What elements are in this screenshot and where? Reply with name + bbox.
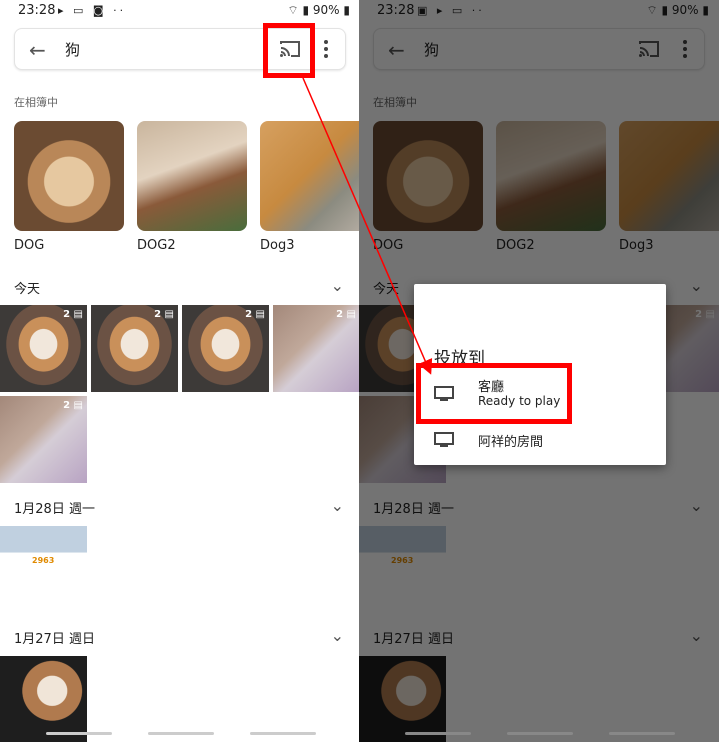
section-header-jan28[interactable]: 1月28日 週一 ⌄ xyxy=(14,496,344,517)
photo-thumbnail[interactable]: 2 ▤ xyxy=(182,305,269,392)
gesture-nav-bar xyxy=(0,732,360,738)
status-right: ⌔ ▮ 90% ▮ xyxy=(287,3,350,17)
photo-thumbnail[interactable]: 2 ▤ xyxy=(0,396,87,483)
device-highlight xyxy=(416,363,572,424)
section-title: 1月27日 週日 xyxy=(14,632,95,647)
search-query[interactable]: 狗 xyxy=(65,39,80,60)
chevron-down-icon[interactable]: ⌄ xyxy=(331,276,344,295)
notification-icons: ▸ ▭ ◙ ·· xyxy=(58,4,127,17)
more-vert-icon[interactable] xyxy=(323,38,329,60)
tv-icon xyxy=(434,432,454,447)
photo-thumbnail[interactable]: 2 ▤ xyxy=(0,305,87,392)
chevron-down-icon[interactable]: ⌄ xyxy=(331,496,344,515)
section-title: 1月28日 週一 xyxy=(14,502,95,517)
album-name: DOG2 xyxy=(137,238,176,253)
burst-count-badge: 2 ▤ xyxy=(63,400,83,411)
cast-device-bedroom[interactable]: 阿祥的房間 xyxy=(414,424,666,468)
album-name: Dog3 xyxy=(260,238,295,253)
album-thumbnail[interactable] xyxy=(14,121,124,231)
album-item[interactable]: DOG2 xyxy=(137,121,247,253)
album-name: DOG xyxy=(14,238,45,253)
album-item[interactable]: Dog3 xyxy=(260,121,360,253)
section-header-today[interactable]: 今天 ⌄ xyxy=(14,276,344,297)
albums-section-label: 在相簿中 xyxy=(14,96,58,109)
screenshot-number: 2963 xyxy=(32,556,55,565)
status-bar: 23:28 ▸ ▭ ◙ ·· ⌔ ▮ 90% ▮ xyxy=(0,0,360,22)
album-thumbnail[interactable] xyxy=(260,121,360,231)
back-arrow-icon[interactable]: ← xyxy=(29,38,46,62)
status-time: 23:28 xyxy=(18,3,56,18)
photo-thumbnail[interactable]: 2963 xyxy=(0,526,87,613)
device-name: 阿祥的房間 xyxy=(478,435,544,450)
photo-thumbnail[interactable] xyxy=(0,656,87,742)
album-thumbnail[interactable] xyxy=(137,121,247,231)
photo-thumbnail[interactable]: 2 ▤ xyxy=(273,305,360,392)
burst-count-badge: 2 ▤ xyxy=(245,309,265,320)
album-item[interactable]: DOG xyxy=(14,121,124,253)
photo-thumbnail[interactable]: 2 ▤ xyxy=(91,305,178,392)
cast-button-highlight xyxy=(263,23,315,78)
burst-count-badge: 2 ▤ xyxy=(63,309,83,320)
battery-text: 90% xyxy=(312,3,340,17)
burst-count-badge: 2 ▤ xyxy=(336,309,356,320)
section-title: 今天 xyxy=(14,282,41,297)
gesture-nav-bar xyxy=(359,732,719,738)
chevron-down-icon[interactable]: ⌄ xyxy=(331,626,344,645)
search-results-screen: 23:28 ▸ ▭ ◙ ·· ⌔ ▮ 90% ▮ ← 狗 在相簿中 DOG DO… xyxy=(0,0,360,742)
section-header-jan27[interactable]: 1月27日 週日 ⌄ xyxy=(14,626,344,647)
burst-count-badge: 2 ▤ xyxy=(154,309,174,320)
